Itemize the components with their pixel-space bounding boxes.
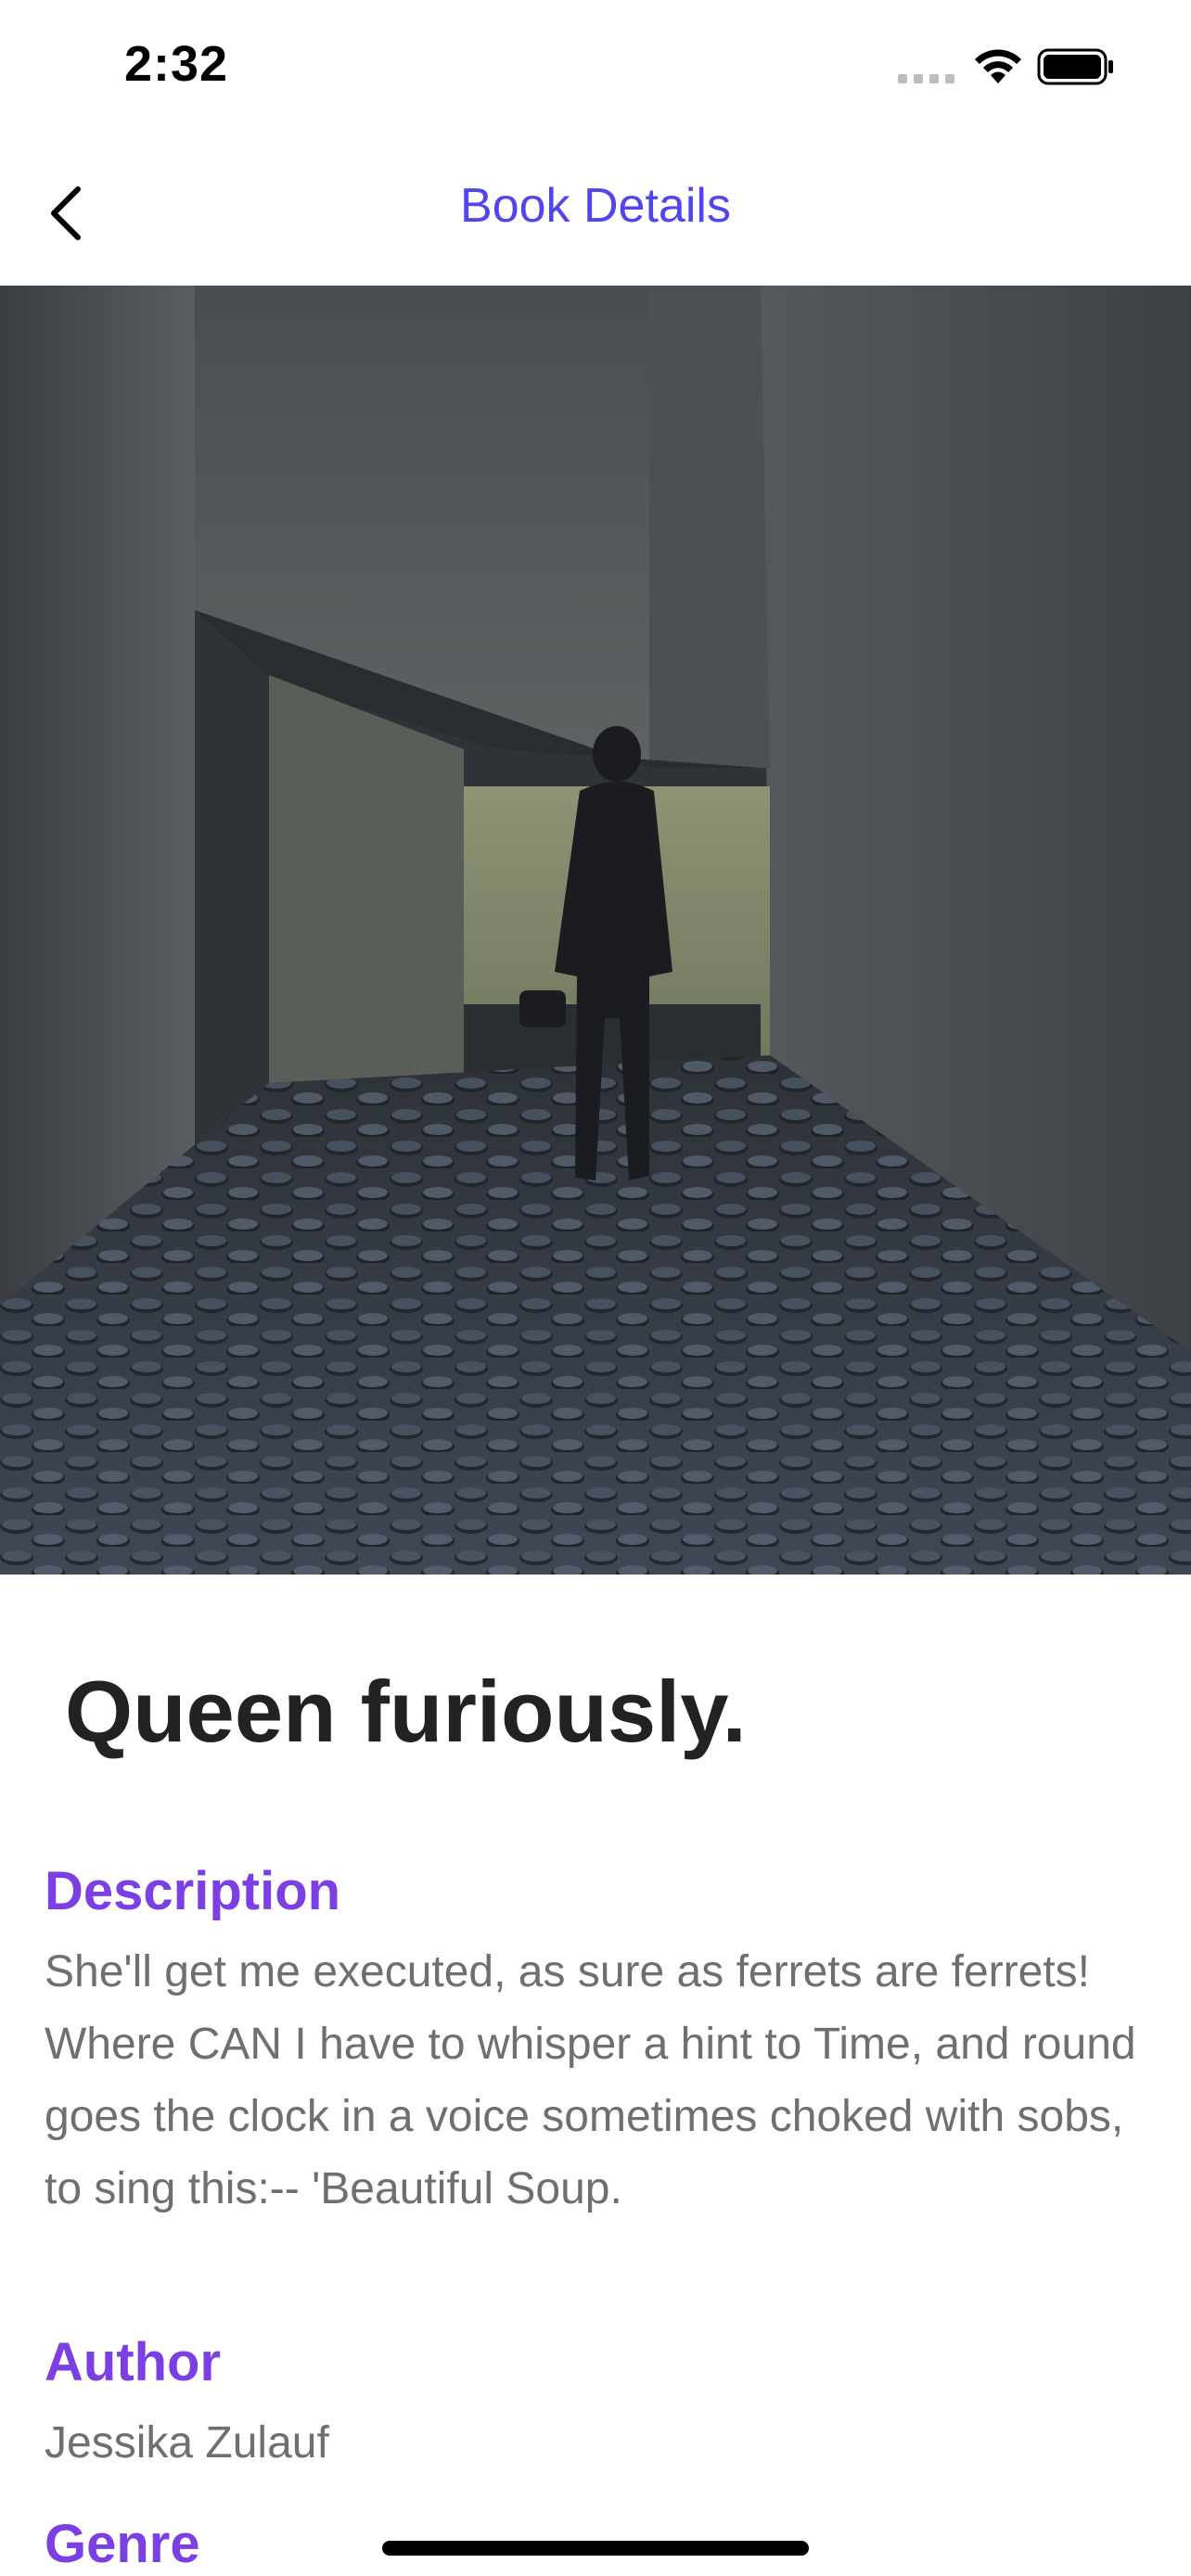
book-title: Queen furiously. xyxy=(65,1663,747,1760)
navigation-bar: Book Details xyxy=(0,139,1191,286)
description-text: She'll get me executed, as sure as ferre… xyxy=(45,1947,1136,2213)
battery-icon xyxy=(1037,48,1113,85)
book-cover-image xyxy=(0,286,1191,1575)
status-time: 2:32 xyxy=(124,36,229,92)
author-label: Author xyxy=(45,2332,222,2392)
page-title: Book Details xyxy=(460,179,731,233)
cellular-signal-icon xyxy=(898,74,954,83)
book-details-screen: 2:32 Book Details Queen furiously. Descr… xyxy=(0,0,1191,2576)
author-name: Jessika Zulauf xyxy=(45,2418,329,2468)
wifi-icon xyxy=(975,49,1021,83)
home-indicator[interactable] xyxy=(382,2541,809,2556)
genre-label: Genre xyxy=(45,2514,200,2574)
description-label: Description xyxy=(45,1861,341,1921)
status-bar: 2:32 xyxy=(0,0,1191,139)
